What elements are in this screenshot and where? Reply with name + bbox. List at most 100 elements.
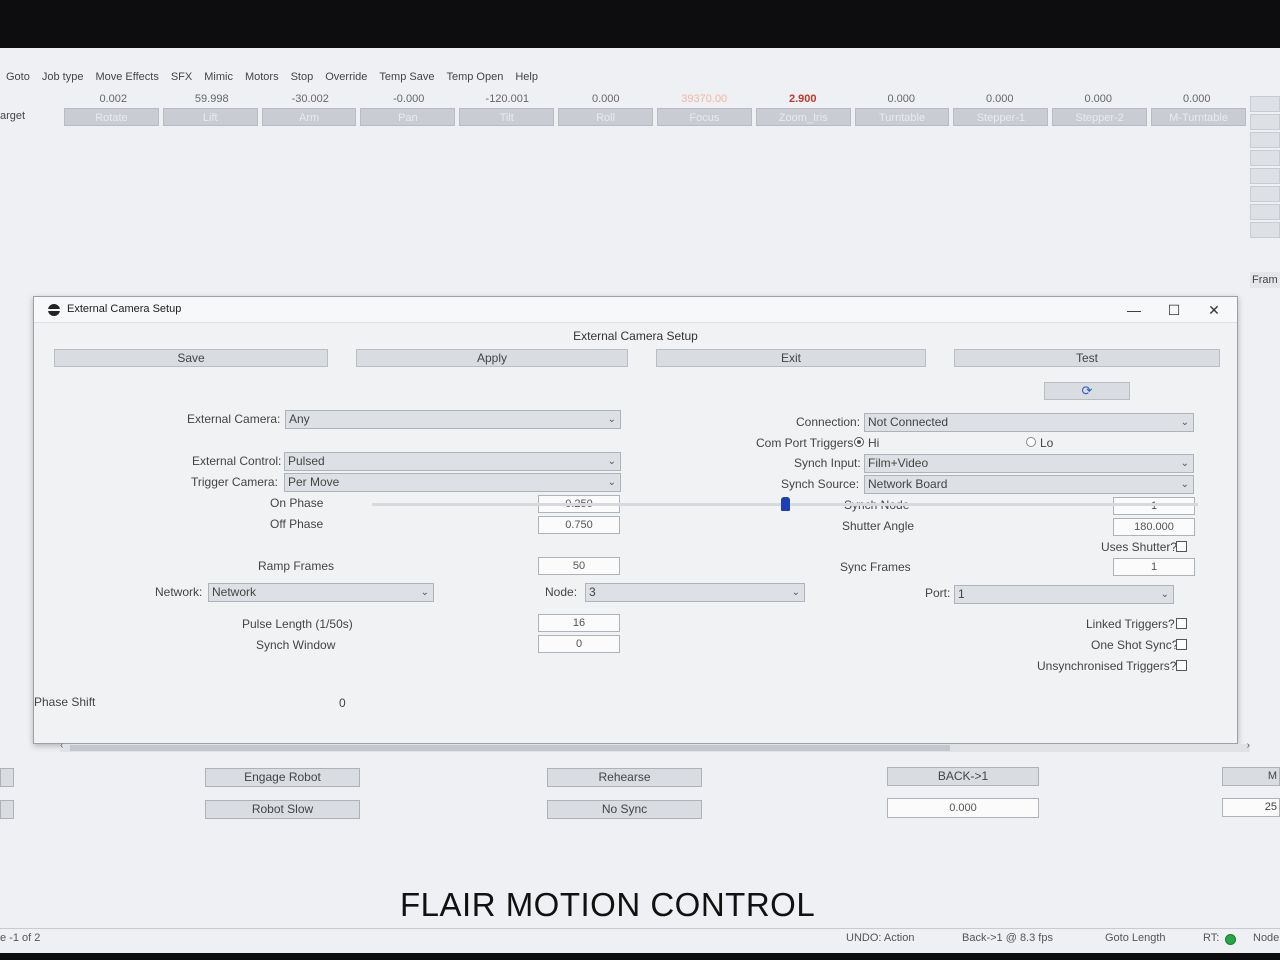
synch-input-select[interactable]: Film+Video ⌄ bbox=[864, 454, 1194, 473]
apply-button[interactable]: Apply bbox=[356, 349, 628, 367]
status-rt: RT: bbox=[1203, 932, 1220, 944]
synch-input-label: Synch Input: bbox=[794, 456, 861, 470]
one-shot-sync-label: One Shot Sync? bbox=[1091, 638, 1179, 652]
axis-button-zoom-iris[interactable]: Zoom_Iris bbox=[755, 108, 851, 126]
uses-shutter-checkbox[interactable] bbox=[1176, 541, 1187, 552]
menu-temp-save[interactable]: Temp Save bbox=[373, 68, 440, 86]
pulse-length-input[interactable]: 16 bbox=[538, 614, 620, 632]
right-strip-cell[interactable] bbox=[1250, 168, 1280, 184]
right-strip-cell[interactable] bbox=[1250, 114, 1280, 130]
right-strip-cell[interactable] bbox=[1250, 132, 1280, 148]
menu-sfx[interactable]: SFX bbox=[165, 68, 198, 86]
axis-button-stepper-2[interactable]: Stepper-2 bbox=[1052, 108, 1148, 126]
save-button[interactable]: Save bbox=[54, 349, 328, 367]
right-strip-cell[interactable] bbox=[1250, 222, 1280, 238]
synch-node-input[interactable]: 1 bbox=[1113, 497, 1195, 515]
unsynchronised-triggers-checkbox[interactable] bbox=[1176, 660, 1187, 671]
external-control-label: External Control: bbox=[192, 454, 282, 468]
shutter-angle-input[interactable]: 180.000 bbox=[1113, 518, 1195, 536]
left-stub-button[interactable] bbox=[0, 800, 14, 819]
chevron-down-icon: ⌄ bbox=[791, 587, 800, 598]
axis-button-focus[interactable]: Focus bbox=[656, 108, 752, 126]
axis-button-lift[interactable]: Lift bbox=[162, 108, 258, 126]
axis-value-pan: -0.000 bbox=[393, 93, 425, 105]
synch-input-value: Film+Video bbox=[868, 456, 929, 470]
axis-button-pan[interactable]: Pan bbox=[360, 108, 456, 126]
unsynchronised-triggers-label: Unsynchronised Triggers? bbox=[1037, 659, 1177, 673]
maximize-icon[interactable]: ☐ bbox=[1163, 301, 1185, 319]
axis-button-turntable[interactable]: Turntable bbox=[854, 108, 950, 126]
menu-mimic[interactable]: Mimic bbox=[198, 68, 239, 86]
shutter-angle-label: Shutter Angle bbox=[842, 519, 915, 533]
right-strip-cell[interactable] bbox=[1250, 96, 1280, 112]
ramp-frames-input[interactable]: 50 bbox=[538, 557, 620, 575]
menu-temp-open[interactable]: Temp Open bbox=[440, 68, 509, 86]
radio-hi-label: Hi bbox=[868, 436, 880, 450]
dialog-title-bar[interactable]: External Camera Setup — ☐ ✕ bbox=[34, 297, 1237, 323]
engage-robot-button[interactable]: Engage Robot bbox=[205, 768, 360, 787]
slider-thumb[interactable] bbox=[780, 497, 790, 511]
phase-shift-value: 0 bbox=[339, 696, 346, 710]
target-label: arget bbox=[0, 110, 26, 122]
menu-override[interactable]: Override bbox=[319, 68, 373, 86]
trigger-camera-select[interactable]: Per Move ⌄ bbox=[284, 473, 621, 492]
right-strip-cell[interactable] bbox=[1250, 186, 1280, 202]
menu-stop[interactable]: Stop bbox=[285, 68, 320, 86]
external-camera-select[interactable]: Any ⌄ bbox=[285, 410, 621, 429]
menu-goto[interactable]: Goto bbox=[0, 68, 36, 86]
radio-lo[interactable] bbox=[1026, 437, 1036, 447]
chevron-down-icon: ⌄ bbox=[607, 477, 616, 488]
axis-button-tilt[interactable]: Tilt bbox=[459, 108, 555, 126]
linked-triggers-checkbox[interactable] bbox=[1176, 618, 1187, 629]
axis-values-row: 0.002 59.998 -30.002 -0.000 -120.001 0.0… bbox=[64, 90, 1246, 108]
axis-value-arm: -30.002 bbox=[291, 93, 329, 105]
axis-button-m-turntable[interactable]: M-Turntable bbox=[1151, 108, 1246, 126]
menu-help[interactable]: Help bbox=[509, 68, 544, 86]
pulse-length-label: Pulse Length (1/50s) bbox=[242, 617, 353, 631]
connection-select[interactable]: Not Connected ⌄ bbox=[864, 413, 1194, 432]
scrollbar-thumb[interactable] bbox=[70, 745, 950, 751]
external-camera-label: External Camera: bbox=[187, 412, 281, 426]
menu-motors[interactable]: Motors bbox=[239, 68, 285, 86]
right-strip-cell[interactable] bbox=[1250, 204, 1280, 220]
synch-window-input[interactable]: 0 bbox=[538, 635, 620, 653]
menu-move-effects[interactable]: Move Effects bbox=[89, 68, 164, 86]
radio-hi[interactable] bbox=[854, 437, 864, 447]
phase-shift-slider[interactable] bbox=[372, 497, 1198, 511]
right-stub-button[interactable]: M bbox=[1222, 767, 1280, 786]
status-back-fps: Back->1 @ 8.3 fps bbox=[962, 932, 1053, 944]
scroll-left-icon[interactable]: ‹ bbox=[60, 740, 63, 751]
synch-source-select[interactable]: Network Board ⌄ bbox=[864, 475, 1194, 494]
right-stub-field[interactable]: 25 bbox=[1222, 798, 1280, 817]
left-stub-button[interactable] bbox=[0, 768, 14, 787]
test-button[interactable]: Test bbox=[954, 349, 1220, 367]
back-to-1-button[interactable]: BACK->1 bbox=[887, 767, 1039, 786]
exit-button[interactable]: Exit bbox=[656, 349, 926, 367]
axis-button-roll[interactable]: Roll bbox=[558, 108, 653, 126]
no-sync-button[interactable]: No Sync bbox=[547, 800, 702, 819]
axis-button-stepper-1[interactable]: Stepper-1 bbox=[953, 108, 1049, 126]
off-phase-input[interactable]: 0.750 bbox=[538, 516, 620, 534]
port-select[interactable]: 1 ⌄ bbox=[954, 585, 1174, 604]
close-icon[interactable]: ✕ bbox=[1203, 301, 1225, 319]
com-port-triggers-label: Com Port Triggers bbox=[756, 436, 854, 450]
scroll-right-icon[interactable]: › bbox=[1247, 740, 1250, 751]
app-icon bbox=[48, 304, 60, 316]
sync-frames-input[interactable]: 1 bbox=[1113, 558, 1195, 576]
rehearse-button[interactable]: Rehearse bbox=[547, 768, 702, 787]
axis-button-arm[interactable]: Arm bbox=[261, 108, 357, 126]
axis-button-rotate[interactable]: Rotate bbox=[64, 108, 159, 126]
back-value-field[interactable]: 0.000 bbox=[887, 798, 1039, 818]
external-control-select[interactable]: Pulsed ⌄ bbox=[284, 452, 621, 471]
minimize-icon[interactable]: — bbox=[1123, 301, 1145, 319]
network-select[interactable]: Network ⌄ bbox=[208, 583, 434, 602]
node-select[interactable]: 3 ⌄ bbox=[585, 583, 805, 602]
one-shot-sync-checkbox[interactable] bbox=[1176, 639, 1187, 650]
menu-job-type[interactable]: Job type bbox=[36, 68, 90, 86]
refresh-icon[interactable]: ⟳ bbox=[1044, 382, 1130, 400]
brand-title: FLAIR MOTION CONTROL bbox=[400, 886, 816, 923]
robot-slow-button[interactable]: Robot Slow bbox=[205, 800, 360, 819]
horizontal-scrollbar[interactable]: ‹ › bbox=[60, 740, 1250, 752]
synch-source-label: Synch Source: bbox=[781, 477, 860, 491]
right-strip-cell[interactable] bbox=[1250, 150, 1280, 166]
